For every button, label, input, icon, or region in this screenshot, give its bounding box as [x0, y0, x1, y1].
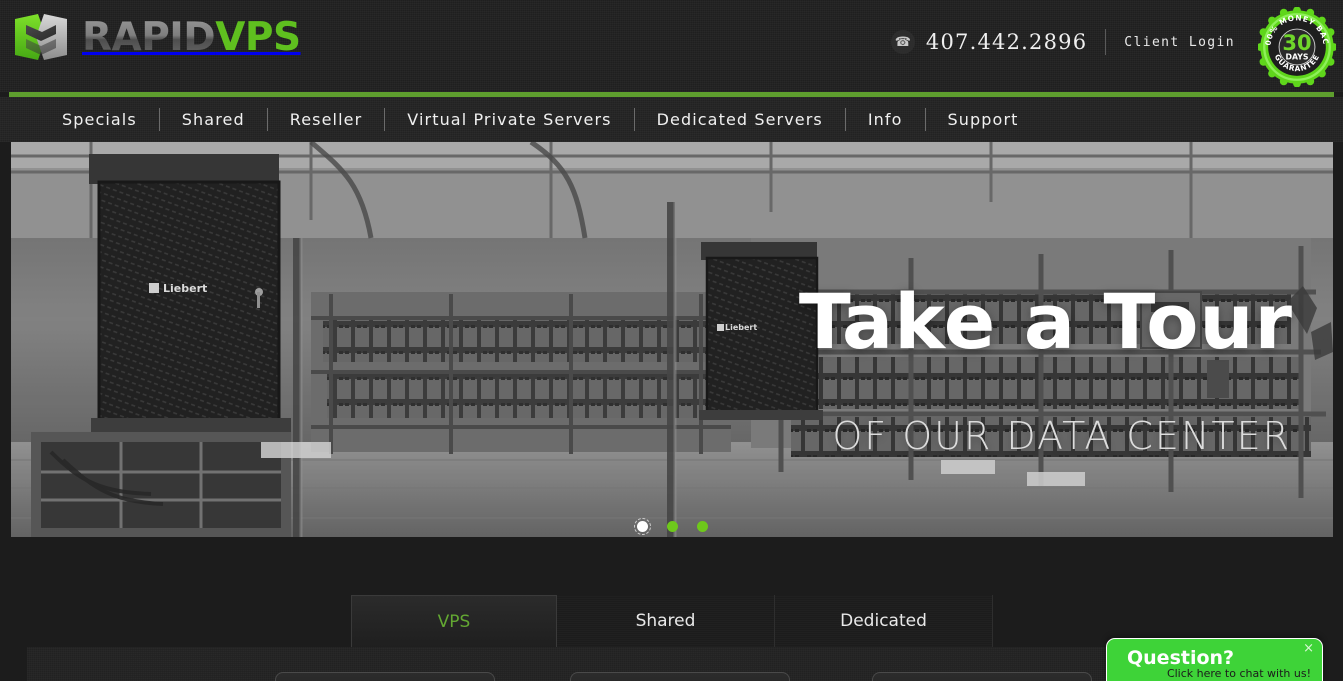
svg-text:30: 30 — [1282, 30, 1311, 55]
client-login-link[interactable]: Client Login — [1124, 35, 1235, 50]
phone-number[interactable]: 407.442.2896 — [926, 30, 1087, 54]
tab-vps-label: VPS — [437, 611, 471, 632]
nav-item-specials[interactable]: Specials — [40, 110, 159, 129]
nav-item-shared[interactable]: Shared — [160, 110, 267, 129]
nav-item-virtual-private-servers[interactable]: Virtual Private Servers — [385, 110, 633, 129]
nav-item-info[interactable]: Info — [846, 110, 925, 129]
close-icon[interactable]: × — [1303, 641, 1314, 656]
plan-card-3[interactable] — [872, 672, 1092, 681]
tab-vps[interactable]: VPS — [351, 595, 557, 647]
phone-icon: ☎ — [890, 30, 915, 54]
tab-dedicated[interactable]: Dedicated — [775, 595, 993, 647]
tab-dedicated-label: Dedicated — [840, 611, 927, 631]
plan-card-1[interactable] — [275, 672, 495, 681]
nav-item-dedicated-servers[interactable]: Dedicated Servers — [635, 110, 845, 129]
live-chat-widget[interactable]: Question? Click here to chat with us! × — [1106, 638, 1323, 681]
logo-text-rapid: RAPID — [82, 14, 216, 60]
slider-dot-3[interactable] — [696, 521, 708, 532]
chat-subtitle: Click here to chat with us! — [1166, 667, 1311, 680]
slider-pagination — [11, 518, 1333, 535]
site-logo[interactable]: RAPIDVPS — [12, 12, 301, 62]
nav-item-support[interactable]: Support — [926, 110, 1041, 129]
tab-shared[interactable]: Shared — [557, 595, 775, 647]
svg-text:DAYS: DAYS — [1285, 52, 1308, 61]
header-divider — [1105, 29, 1107, 55]
slider-dot-2[interactable] — [666, 521, 678, 532]
hero-subtitle: OF OUR DATA CENTER — [832, 414, 1291, 458]
rapidvps-logo-icon — [12, 12, 70, 62]
money-back-guarantee-badge: 100% MONEY BACK GUARANTEE 30 DAYS — [1255, 1, 1338, 88]
tab-shared-label: Shared — [635, 611, 696, 631]
logo-text-vps: VPS — [215, 14, 301, 60]
header-contact-group: ☎ 407.442.2896 Client Login — [890, 29, 1235, 55]
page-root: RAPIDVPS ☎ 407.442.2896 Client Login 00%… — [0, 0, 1343, 681]
nav-item-reseller[interactable]: Reseller — [268, 110, 385, 129]
hero-title: Take a Tour — [798, 277, 1293, 366]
chat-title: Question? — [1127, 647, 1235, 669]
logo-wordmark: RAPIDVPS — [82, 18, 301, 57]
plan-tabs: VPS Shared Dedicated — [351, 595, 993, 647]
main-navigation: Specials Shared Reseller Virtual Private… — [0, 97, 1343, 142]
hero-slider[interactable]: Liebert Liebert Take a Tour OF OUR DATA … — [11, 142, 1333, 537]
site-header: RAPIDVPS ☎ 407.442.2896 Client Login 00%… — [0, 0, 1343, 92]
slider-dot-1[interactable] — [633, 518, 651, 535]
plan-card-2[interactable] — [570, 672, 790, 681]
